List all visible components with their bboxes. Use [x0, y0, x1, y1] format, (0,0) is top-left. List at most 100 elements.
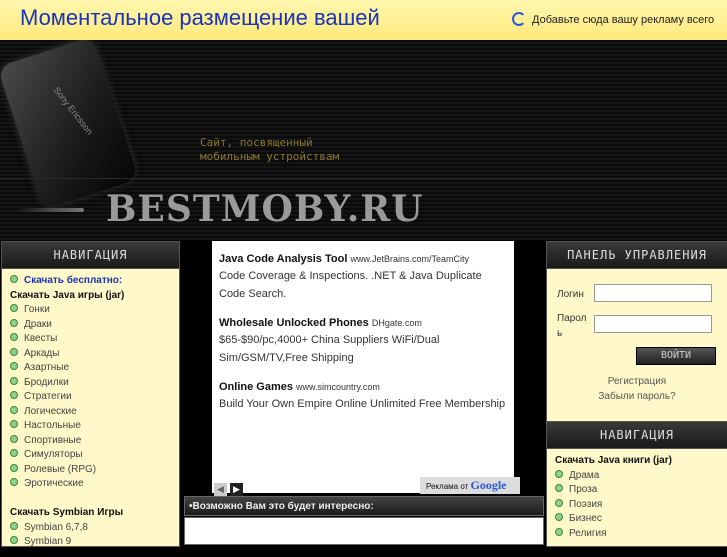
left-nav-item-label: Симуляторы [24, 449, 83, 460]
left-nav-item[interactable]: Логические [10, 405, 171, 421]
left-nav-item [10, 493, 171, 508]
bullet-icon [10, 536, 18, 544]
left-nav-item[interactable]: Бродилки [10, 376, 171, 392]
left-nav-item[interactable]: Азартные [10, 362, 171, 377]
left-nav-title: НАВИГАЦИЯ [1, 241, 180, 269]
left-nav-item[interactable]: Гонки [10, 304, 171, 319]
bullet-icon [10, 275, 18, 283]
left-nav-item-label: Бродилки [24, 376, 69, 388]
right-nav-item[interactable]: Бизнес [555, 513, 719, 528]
control-panel: Логин Парол ь ВОЙТИ Регистрация Забыли п… [546, 268, 727, 422]
site-logo[interactable]: BESTMOBY.RU [106, 188, 424, 230]
left-nav-item[interactable]: Стратегии [10, 391, 171, 406]
left-nav-item-label: Стратегии [24, 391, 72, 402]
bullet-icon [555, 484, 563, 492]
ad-title[interactable]: Online Games [219, 381, 293, 393]
bullet-icon [10, 376, 18, 385]
site-header: Sony Ericsson Сайт, посвященный мобильны… [0, 40, 727, 240]
bullet-icon [10, 478, 18, 486]
left-nav-item-label: Аркады [24, 347, 60, 359]
left-nav-item[interactable]: Квесты [10, 333, 171, 348]
login-button[interactable]: ВОЙТИ [636, 347, 716, 365]
left-nav-item-label: Скачать Symbian Игры [10, 507, 124, 518]
login-input[interactable] [594, 284, 712, 302]
bullet-icon [10, 449, 18, 457]
interest-title: •Возможно Вам это будет интересно: [184, 496, 544, 516]
left-nav-item[interactable]: Настольные [10, 420, 171, 435]
left-nav-item-label: Квесты [24, 333, 58, 344]
bullet-icon [10, 434, 18, 443]
loading-icon [512, 12, 526, 26]
right-nav-item[interactable]: Религия [555, 527, 719, 543]
ad-pager: ◀ ▶ [214, 479, 246, 497]
right-nav-title: НАВИГАЦИЯ [546, 421, 727, 449]
login-label: Логин [557, 289, 584, 300]
right-nav-item-label: Драма [569, 469, 600, 481]
right-nav-item[interactable]: Поэзия [555, 498, 719, 514]
left-nav-item[interactable]: Скачать Symbian Игры [10, 507, 171, 522]
left-nav-item-label: Азартные [24, 362, 70, 373]
google-brand: Google [470, 478, 507, 492]
register-link[interactable]: Регистрация [547, 376, 727, 387]
right-nav-item-label: Религия [569, 527, 607, 539]
right-nav-item-label: Поэзия [569, 498, 603, 510]
left-nav-item-label: Скачать бесплатно: [24, 275, 123, 286]
right-nav-item[interactable]: Скачать Java книги (jar) [555, 455, 719, 470]
password-label: Парол ь [557, 313, 587, 339]
ad-item[interactable]: Java Code Analysis Tool www.JetBrains.co… [212, 253, 514, 303]
ad-next-button[interactable]: ▶ [230, 483, 243, 496]
swoosh-decoration [14, 208, 84, 212]
header-divider [0, 178, 727, 179]
ad-text: Code Coverage & Inspections. .NET & Java… [219, 270, 482, 300]
password-input[interactable] [594, 315, 712, 333]
left-nav-item[interactable]: Ролевые (RPG) [10, 463, 171, 479]
left-navigation: Скачать бесплатно: Скачать Java игры (jar… [1, 268, 180, 547]
ad-title[interactable]: Java Code Analysis Tool [219, 253, 347, 265]
phone-brand: Sony Ericsson [51, 85, 95, 137]
ad-title[interactable]: Wholesale Unlocked Phones [219, 317, 369, 329]
bullet-icon [10, 347, 18, 356]
ad-prev-button[interactable]: ◀ [214, 483, 227, 496]
ads-by-google[interactable]: Реклама от Google [420, 477, 520, 494]
bullet-icon [555, 527, 563, 536]
right-nav-item-label: Бизнес [569, 513, 602, 524]
bullet-icon [10, 420, 18, 428]
ad-domain: www.simcountry.com [296, 382, 380, 392]
bullet-icon [10, 362, 18, 370]
ads-by-label: Реклама от [426, 482, 469, 491]
bullet-icon [555, 498, 563, 507]
left-nav-item[interactable]: Спортивные [10, 434, 171, 450]
left-nav-item[interactable]: Скачать Java игры (jar) [10, 290, 171, 305]
right-nav-item[interactable]: Драма [555, 469, 719, 485]
left-nav-list: Скачать бесплатно: Скачать Java игры (jar… [2, 269, 179, 557]
left-nav-item-label: Логические [24, 405, 77, 417]
left-nav-item-label: Спортивные [24, 434, 82, 446]
bullet-icon [555, 513, 563, 521]
right-nav-list: Скачать Java книги (jar) Драма Проза Поэзия… [547, 449, 727, 548]
left-nav-item-label: Symbian 6,7,8 [24, 521, 88, 533]
top-ad-bar: Моментальное размещение вашей Добавьте с… [0, 0, 727, 41]
left-nav-item[interactable]: Эротические [10, 478, 171, 493]
ad-domain: DHgate.com [371, 318, 422, 328]
left-nav-item-label: Symbian 9 [24, 536, 72, 547]
left-nav-item[interactable]: Symbian 6,7,8 [10, 521, 171, 537]
top-ad-headline[interactable]: Моментальное размещение вашей [20, 5, 380, 31]
left-nav-item-label: Драки [24, 318, 52, 330]
left-nav-item[interactable]: Симуляторы [10, 449, 171, 464]
bullet-icon [10, 318, 18, 327]
left-nav-item[interactable]: Symbian 9 [10, 536, 171, 551]
ad-item[interactable]: Wholesale Unlocked Phones DHgate.com $65… [212, 317, 514, 367]
right-navigation: Скачать Java книги (jar) Драма Проза Поэзия… [546, 448, 727, 547]
bullet-icon [10, 463, 18, 472]
left-nav-item-label: Ролевые (RPG) [24, 463, 97, 475]
right-nav-item[interactable]: Проза [555, 484, 719, 499]
add-your-ad-link[interactable]: Добавьте сюда вашу рекламу всего [512, 12, 714, 26]
ad-domain: www.JetBrains.com/TeamCity [350, 254, 469, 264]
forgot-password-link[interactable]: Забыли пароль? [547, 391, 727, 402]
add-your-ad-label: Добавьте сюда вашу рекламу всего [532, 14, 715, 26]
left-nav-item[interactable]: Аркады [10, 347, 171, 363]
left-nav-item-label: Настольные [24, 420, 81, 431]
left-nav-item[interactable]: Скачать бесплатно: [10, 275, 171, 290]
ad-item[interactable]: Online Games www.simcountry.com Build Yo… [212, 381, 514, 413]
left-nav-item[interactable]: Драки [10, 318, 171, 334]
